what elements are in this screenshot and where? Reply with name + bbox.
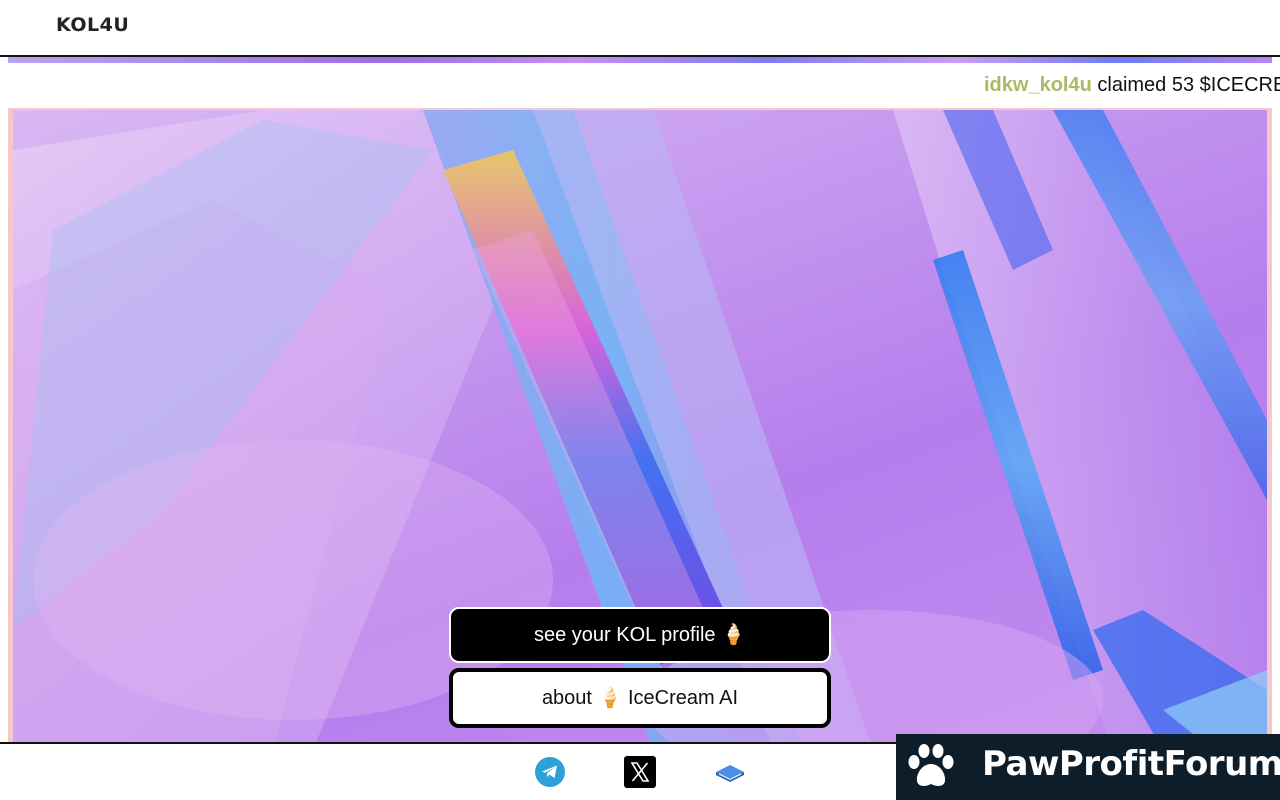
paw-icon <box>904 740 958 794</box>
app-root: KOL4U idkw_kol4u claimed 53 $ICECREAM <box>0 0 1280 800</box>
see-kol-profile-button[interactable]: see your KOL profile 🍦 <box>449 607 831 663</box>
watermark-text: PawProfitForum <box>982 744 1280 784</box>
book-icon[interactable] <box>714 756 746 788</box>
top-header: KOL4U <box>0 0 1280 57</box>
ticker-entry: idkw_kol4u claimed 53 $ICECREAM <box>984 74 1280 96</box>
about-icecream-button[interactable]: about 🍦 IceCream AI <box>449 668 831 728</box>
telegram-icon[interactable] <box>534 756 566 788</box>
ticker-username[interactable]: idkw_kol4u <box>984 74 1092 96</box>
x-icon[interactable] <box>624 756 656 788</box>
claims-ticker: idkw_kol4u claimed 53 $ICECREAM <box>0 63 1280 107</box>
watermark-banner: PawProfitForum <box>896 734 1280 800</box>
ticker-message: claimed 53 $ICECREAM <box>1097 74 1280 96</box>
site-logo[interactable]: KOL4U <box>56 14 129 36</box>
